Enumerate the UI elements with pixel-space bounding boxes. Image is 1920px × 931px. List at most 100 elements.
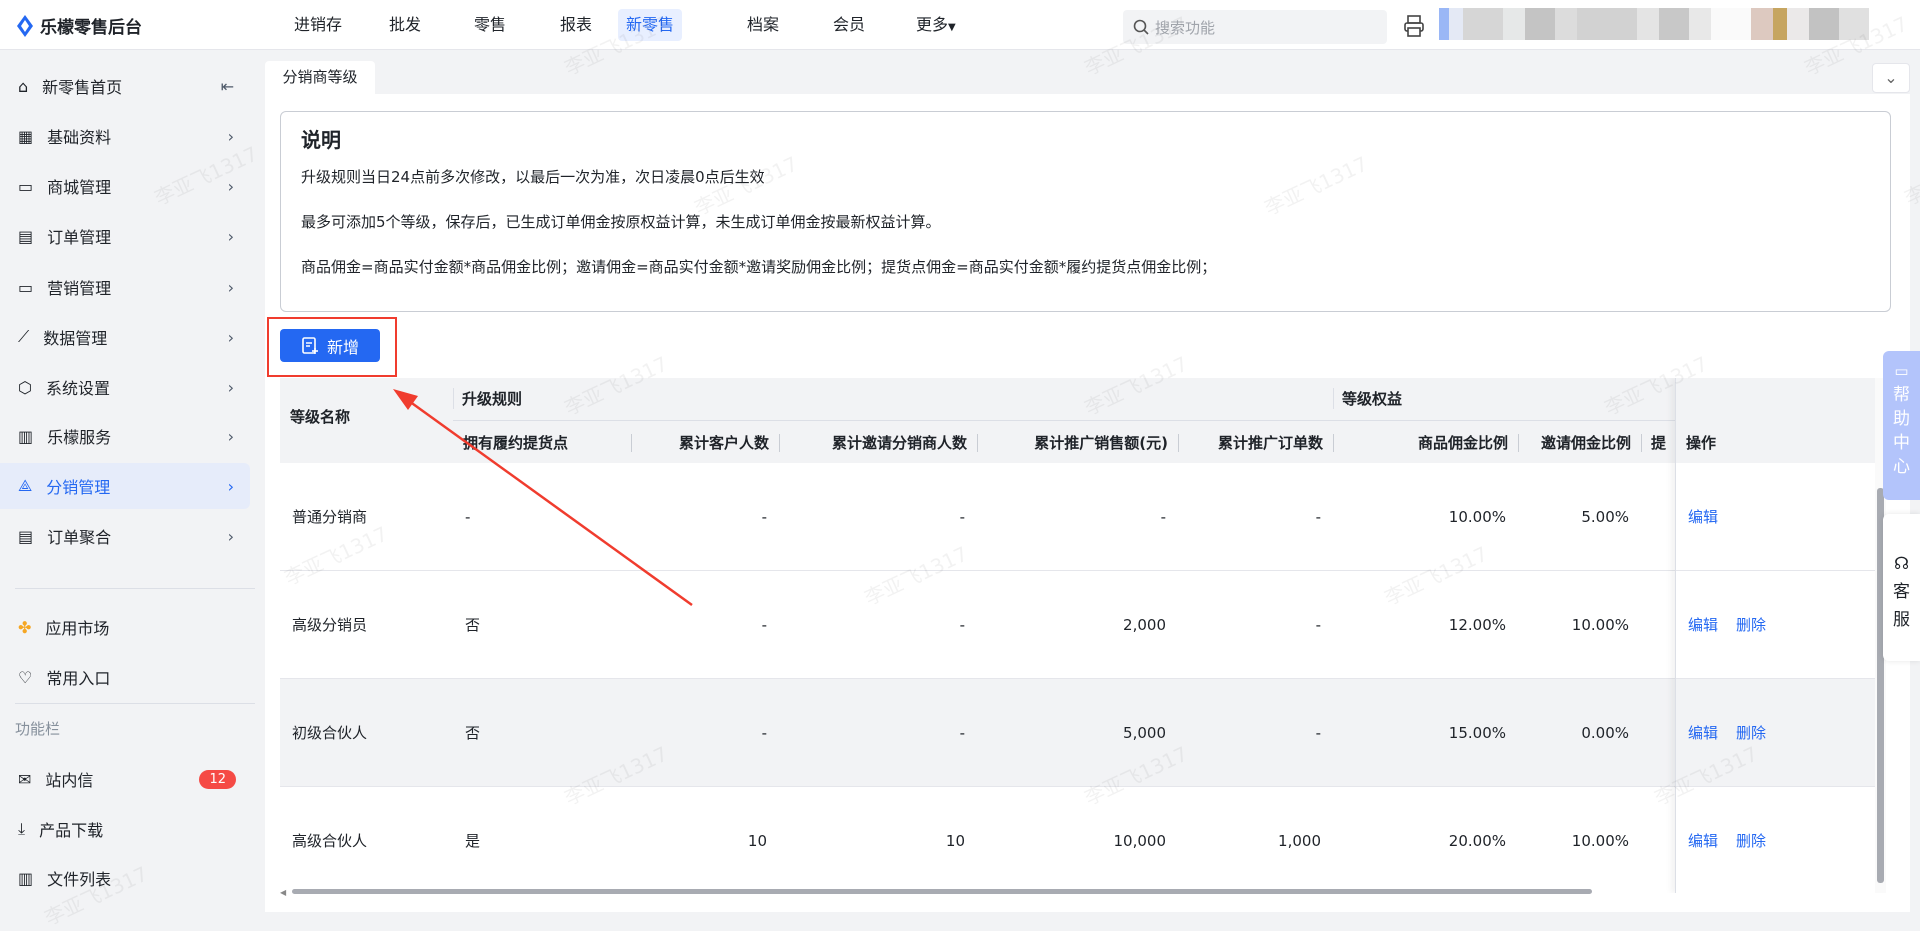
sidebar-item-settings[interactable]: ⬡ 系统设置 ›: [0, 364, 250, 410]
table-cell: -: [1160, 508, 1166, 526]
sidebar-item-orders[interactable]: ▤ 订单管理 ›: [0, 213, 250, 259]
tab-distributor-levels[interactable]: 分销商等级: [265, 61, 375, 94]
level-name: 普通分销商: [292, 508, 368, 526]
sidebar-item-basic-data[interactable]: ▦ 基础资料 ›: [0, 113, 250, 159]
sidebar-item-label: 数据管理: [43, 329, 108, 348]
instruction-line: 最多可添加5个等级，保存后，已生成订单佣金按原权益计算，未生成订单佣金按最新权益…: [301, 213, 941, 231]
sidebar-item-messages[interactable]: ✉ 站内信 12: [0, 756, 250, 802]
nav-lingshou[interactable]: 零售: [466, 9, 514, 41]
table-cell: 否: [465, 616, 481, 634]
table-cell: -: [1315, 616, 1321, 634]
grid-icon: ▦: [18, 126, 34, 146]
file-list-icon: ▥: [18, 868, 34, 888]
column-header: 邀请佣金比例: [1518, 432, 1641, 453]
sidebar-item-files[interactable]: ▥ 文件列表: [0, 855, 250, 901]
user-info-blurred[interactable]: [1439, 8, 1869, 40]
level-name: 高级合伙人: [292, 832, 368, 850]
scrollbar-thumb[interactable]: [292, 889, 1592, 894]
chevron-right-icon: ›: [227, 377, 234, 397]
table-row[interactable]: 高级合伙人 是 10 10 10,000 1,000 20.00% 10.00%: [280, 787, 1875, 893]
instructions-title: 说明: [301, 128, 341, 152]
headset-icon: ☊: [1893, 554, 1910, 574]
edit-link[interactable]: 编辑: [1688, 616, 1718, 634]
table-cell: 5.00%: [1581, 508, 1629, 526]
printer-icon[interactable]: [1403, 14, 1425, 38]
column-separator[interactable]: [1178, 434, 1179, 452]
customer-service-button[interactable]: ☊ 客服: [1883, 514, 1920, 661]
table-cell: -: [465, 508, 471, 526]
document-icon: ▤: [18, 226, 34, 246]
table-cell: 1,000: [1278, 832, 1321, 850]
column-separator[interactable]: [1333, 434, 1334, 452]
sidebar-item-order-aggregation[interactable]: ▤ 订单聚合 ›: [0, 513, 250, 559]
edit-link[interactable]: 编辑: [1688, 508, 1718, 526]
nav-huiyuan[interactable]: 会员: [825, 9, 873, 41]
app-title: 乐檬零售后台: [40, 18, 142, 38]
column-header: 累计推广订单数: [1178, 432, 1333, 453]
edit-link[interactable]: 编辑: [1688, 832, 1718, 850]
table-row[interactable]: 普通分销商 - - - - - 10.00% 5.00%: [280, 463, 1875, 571]
store-icon: ▭: [18, 176, 34, 196]
column-header: 累计邀请分销商人数: [779, 432, 977, 453]
sidebar-item-services[interactable]: ▥ 乐檬服务 ›: [0, 413, 250, 459]
edit-link[interactable]: 编辑: [1688, 724, 1718, 742]
table-cell: 2,000: [1123, 616, 1166, 634]
delete-link[interactable]: 删除: [1736, 616, 1766, 634]
download-icon: ⤓: [18, 819, 26, 838]
horizontal-scrollbar[interactable]: ◀: [280, 886, 1875, 897]
nav-dangan[interactable]: 档案: [739, 9, 787, 41]
chevron-right-icon: ›: [227, 526, 234, 546]
sidebar: ⌂ 新零售首页 ⇤ ▦ 基础资料 › ▭ 商城管理 › ▤ 订单管理 › ▭ 营销管理 › ⟋ 数据管…: [0, 50, 265, 912]
nav-baobiao[interactable]: 报表: [552, 9, 600, 41]
nav-more[interactable]: 更多▼: [908, 9, 964, 41]
sidebar-item-home[interactable]: ⌂ 新零售首页 ⇤: [0, 63, 250, 109]
level-name: 高级分销员: [292, 616, 368, 634]
column-separator[interactable]: [779, 434, 780, 452]
column-separator[interactable]: [1641, 434, 1642, 452]
search-icon: [1133, 19, 1149, 35]
logo-icon: [17, 14, 33, 37]
sidebar-item-distribution[interactable]: ⟁ 分销管理 ›: [0, 463, 250, 509]
sidebar-item-marketing[interactable]: ▭ 营销管理 ›: [0, 264, 250, 310]
nav-pifa[interactable]: 批发: [381, 9, 429, 41]
table-cell: 10.00%: [1571, 616, 1629, 634]
divider: [15, 703, 255, 704]
chevron-right-icon: ›: [227, 426, 234, 446]
table-cell: 5,000: [1123, 724, 1166, 742]
sidebar-item-mall[interactable]: ▭ 商城管理 ›: [0, 163, 250, 209]
sidebar-item-label: 订单管理: [47, 228, 112, 247]
nav-jinxiaocun[interactable]: 进销存: [286, 9, 350, 41]
table-row[interactable]: 高级分销员 否 - - 2,000 - 12.00% 10.00%: [280, 571, 1875, 679]
column-separator[interactable]: [977, 434, 978, 452]
tab-dropdown-chevron-icon[interactable]: ⌄: [1872, 63, 1910, 93]
instruction-line: 升级规则当日24点前多次修改，以最后一次为准，次日凌晨0点后生效: [301, 168, 765, 186]
section-title: 功能栏: [15, 720, 61, 738]
column-separator[interactable]: [631, 434, 632, 452]
help-center-button[interactable]: ▭ 帮助中心: [1883, 351, 1920, 500]
search-input[interactable]: 搜索功能: [1123, 10, 1387, 44]
table-cell: 15.00%: [1448, 724, 1506, 742]
table-cell: -: [761, 508, 767, 526]
sidebar-item-downloads[interactable]: ⤓ 产品下载: [0, 806, 250, 852]
sidebar-item-data[interactable]: ⟋ 数据管理 ›: [0, 314, 250, 360]
header-level-name: 等级名称: [290, 406, 351, 427]
chevron-right-icon: ›: [227, 176, 234, 196]
table-cell: 否: [465, 724, 481, 742]
sidebar-item-favorites[interactable]: ♡ 常用入口: [0, 654, 250, 700]
chart-icon: ⟋: [18, 327, 30, 346]
search-placeholder: 搜索功能: [1155, 18, 1216, 37]
settings-icon: ⬡: [18, 377, 32, 397]
sidebar-item-app-market[interactable]: ✤ 应用市场: [0, 604, 250, 650]
delete-link[interactable]: 删除: [1736, 724, 1766, 742]
table-cell: 10,000: [1113, 832, 1167, 850]
app-logo[interactable]: 乐檬零售后台: [16, 13, 142, 38]
header-level-rights: 等级权益: [1333, 388, 1403, 409]
delete-link[interactable]: 删除: [1736, 832, 1766, 850]
collapse-sidebar-icon[interactable]: ⇤: [221, 77, 234, 96]
table-row[interactable]: 初级合伙人 否 - - 5,000 - 15.00% 0.00%: [280, 679, 1875, 787]
nav-xinlingshou[interactable]: 新零售: [618, 9, 683, 41]
table-cell: -: [959, 616, 965, 634]
column-separator[interactable]: [1518, 434, 1519, 452]
sidebar-item-label: 新零售首页: [42, 78, 123, 97]
instruction-line: 商品佣金=商品实付金额*商品佣金比例；邀请佣金=商品实付金额*邀请奖励佣金比例；…: [301, 258, 1217, 276]
